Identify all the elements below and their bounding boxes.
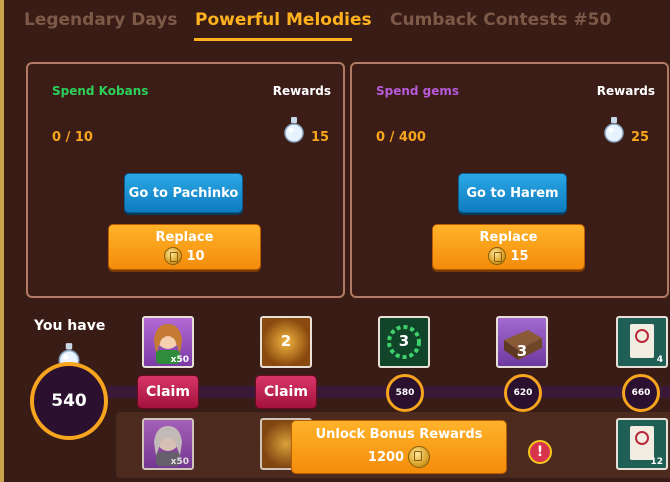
unlock-bonus-rewards-button[interactable]: Unlock Bonus Rewards 1200 <box>291 420 507 474</box>
go-to-pachinko-button[interactable]: Go to Pachinko <box>124 173 243 213</box>
unlock-cost-value: 1200 <box>367 449 405 465</box>
claim-button[interactable]: Claim <box>255 375 317 409</box>
milestone-threshold: 620 <box>513 388 533 398</box>
reward-count: x50 <box>170 457 189 467</box>
reward-count: 2 <box>280 332 292 350</box>
milestone-marker: 580 <box>386 374 424 412</box>
task-panel-gems: Spend gems Rewards 0 / 400 25 Go to Hare… <box>350 62 669 298</box>
exclamation-icon: ! <box>528 440 552 464</box>
task-progress: 0 / 400 <box>376 130 426 145</box>
balance-label: You have <box>34 318 106 334</box>
replace-button[interactable]: Replace 10 <box>108 224 261 270</box>
koban-coin-icon <box>408 446 431 468</box>
chest-reward-tile[interactable]: 3 <box>496 316 548 368</box>
task-title: Spend Kobans <box>52 84 149 98</box>
milestone-threshold: 580 <box>395 388 415 398</box>
task-title: Spend gems <box>376 84 460 98</box>
replace-cost-value: 15 <box>510 248 529 264</box>
green-gems-reward-tile[interactable]: 3 <box>378 316 430 368</box>
reward-count: x50 <box>170 355 189 365</box>
potion-icon <box>284 117 304 143</box>
reward-count: 3 <box>516 342 528 360</box>
active-tab-underline <box>194 38 352 41</box>
claim-button[interactable]: Claim <box>137 375 199 409</box>
event-window: Legendary Days Powerful Melodies Cumback… <box>0 0 670 482</box>
replace-cost: 15 <box>433 247 584 265</box>
replace-label: Replace <box>479 230 538 245</box>
koban-coin-icon <box>488 247 507 265</box>
balance-value: 540 <box>51 391 87 411</box>
reward-count: 4 <box>656 355 663 365</box>
replace-label: Replace <box>155 230 214 245</box>
milestone-threshold: 660 <box>631 388 651 398</box>
reward-amount: 15 <box>311 130 330 145</box>
event-tabs: Legendary Days Powerful Melodies Cumback… <box>4 0 670 44</box>
unlock-cost: 1200 <box>292 446 506 468</box>
go-to-harem-button[interactable]: Go to Harem <box>458 173 567 213</box>
girl-card-reward-tile[interactable]: x50 <box>142 316 194 368</box>
milestone-marker: 620 <box>504 374 542 412</box>
balance-counter: 540 <box>30 362 108 440</box>
reward-amount: 25 <box>631 130 650 145</box>
reward-count: 3 <box>398 332 410 350</box>
task-panel-kobans: Spend Kobans Rewards 0 / 10 15 Go to Pac… <box>26 62 345 298</box>
potion-icon <box>604 117 624 143</box>
ticket-reward-tile[interactable]: 4 <box>616 316 668 368</box>
reward-count: 12 <box>650 457 663 467</box>
koban-coin-icon <box>164 247 183 265</box>
replace-cost: 10 <box>109 247 260 265</box>
rewards-label: Rewards <box>272 84 331 98</box>
tab-powerful-melodies[interactable]: Powerful Melodies <box>195 10 372 30</box>
milestone-marker: 660 <box>622 374 660 412</box>
bonus-ticket-tile[interactable]: 12 <box>616 418 668 470</box>
bonus-girl-card-tile[interactable]: x50 <box>142 418 194 470</box>
unlock-label: Unlock Bonus Rewards <box>315 427 483 442</box>
replace-button[interactable]: Replace 15 <box>432 224 585 270</box>
orb-reward-tile[interactable]: 2 <box>260 316 312 368</box>
tab-legendary-days[interactable]: Legendary Days <box>24 10 177 30</box>
tab-cumback-contests[interactable]: Cumback Contests #50 <box>390 10 611 30</box>
task-progress: 0 / 10 <box>52 130 93 145</box>
rewards-label: Rewards <box>596 84 655 98</box>
replace-cost-value: 10 <box>186 248 205 264</box>
